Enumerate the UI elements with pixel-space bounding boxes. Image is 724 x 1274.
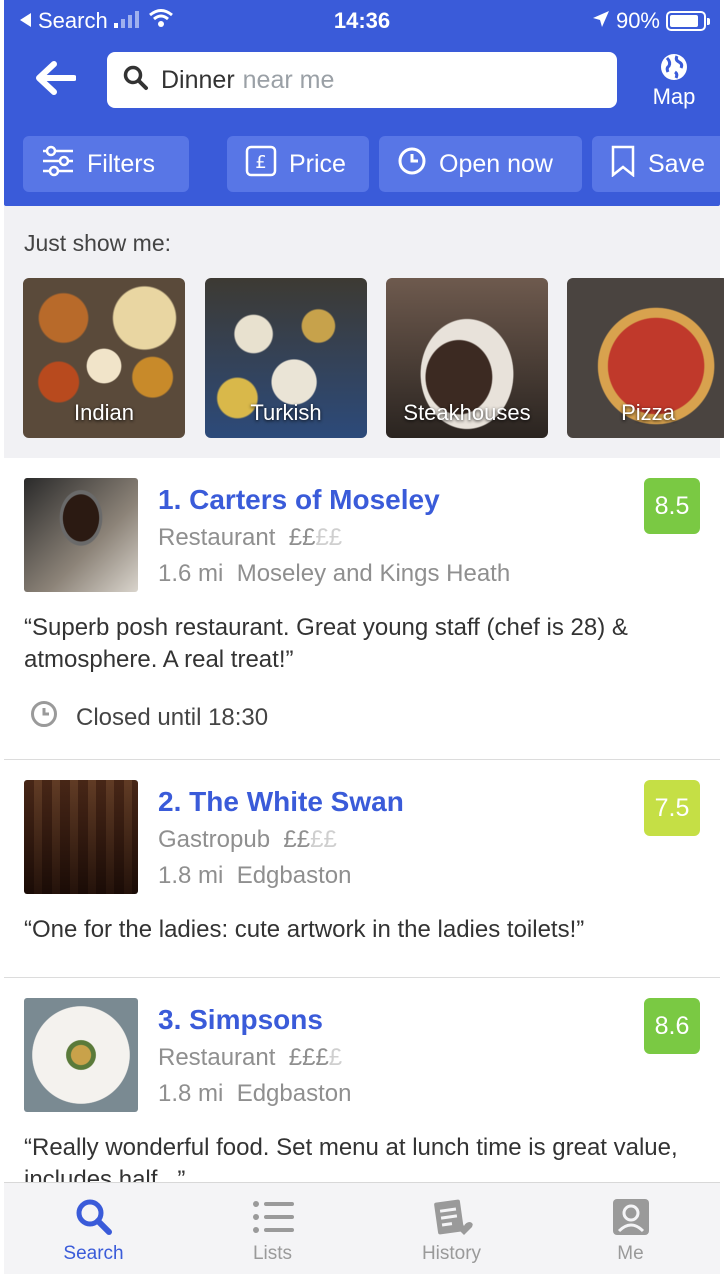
bookmark-icon xyxy=(610,145,648,184)
arrow-left-icon xyxy=(34,60,77,100)
result-card[interactable]: 3. Simpsons Restaurant ££££ 1.8 mi Edgba… xyxy=(4,978,720,1182)
result-type-price: Restaurant ££££ xyxy=(158,524,342,552)
clock-icon xyxy=(397,146,439,183)
globe-icon xyxy=(646,52,702,82)
back-button[interactable] xyxy=(30,60,80,100)
result-card[interactable]: 2. The White Swan Gastropub ££££ 1.8 mi … xyxy=(4,760,720,978)
map-label: Map xyxy=(652,84,696,109)
save-chip-label: Save xyxy=(648,149,705,178)
category-section: Just show me: Indian Turkish Steakhouses… xyxy=(4,206,724,458)
category-turkish-label: Turkish xyxy=(250,400,322,425)
svg-text:£: £ xyxy=(255,152,266,173)
filter-chips: Filters £ Price Open now Save xyxy=(4,136,720,192)
battery-percent: 90% xyxy=(615,8,660,33)
result-area: Edgbaston xyxy=(236,862,352,889)
tab-search-label: Search xyxy=(63,1243,124,1264)
result-distance: 1.8 mi xyxy=(158,862,224,889)
result-photo xyxy=(24,478,138,592)
score-badge: 7.5 xyxy=(644,780,700,836)
history-icon xyxy=(362,1197,541,1237)
search-icon xyxy=(123,65,149,96)
clock-icon xyxy=(30,700,76,735)
sliders-icon xyxy=(41,144,87,185)
result-photo xyxy=(24,780,138,894)
result-type-price: Gastropub ££££ xyxy=(158,826,337,854)
result-location: 1.8 mi Edgbaston xyxy=(158,862,351,890)
search-icon xyxy=(4,1197,183,1237)
result-quote: “Superb posh restaurant. Great young sta… xyxy=(24,614,628,673)
tab-search[interactable]: Search xyxy=(4,1183,183,1274)
result-type: Gastropub xyxy=(158,826,271,853)
price-chip-label: Price xyxy=(289,149,346,178)
result-quote: “Really wonderful food. Set menu at lunc… xyxy=(24,1134,678,1182)
header: Search 14:36 90% Dinner near me Map Filt… xyxy=(4,0,720,206)
save-chip[interactable]: Save xyxy=(592,136,720,192)
tab-lists[interactable]: Lists xyxy=(183,1183,362,1274)
result-location: 1.8 mi Edgbaston xyxy=(158,1080,351,1108)
category-steakhouses-label: Steakhouses xyxy=(403,400,531,425)
pound-icon: £ xyxy=(245,145,289,184)
result-title[interactable]: 1. Carters of Moseley xyxy=(158,484,440,516)
category-indian-label: Indian xyxy=(74,400,134,425)
result-distance: 1.6 mi xyxy=(158,560,224,587)
price-muted: ££ xyxy=(310,826,337,853)
category-pizza[interactable]: Pizza xyxy=(567,278,724,438)
filters-chip-label: Filters xyxy=(87,149,156,178)
result-title[interactable]: 2. The White Swan xyxy=(158,786,404,818)
profile-icon xyxy=(541,1197,720,1237)
result-photo xyxy=(24,998,138,1112)
price-muted: ££ xyxy=(315,524,343,551)
price-muted: £ xyxy=(328,1044,343,1071)
result-card[interactable]: 1. Carters of Moseley Restaurant ££££ 1.… xyxy=(4,458,720,760)
open-now-chip[interactable]: Open now xyxy=(379,136,582,192)
tab-me[interactable]: Me xyxy=(541,1183,720,1274)
tab-me-label: Me xyxy=(617,1243,644,1264)
map-button[interactable]: Map xyxy=(646,52,702,112)
price-active: ££ xyxy=(288,524,316,551)
score-badge: 8.5 xyxy=(644,478,700,534)
location-arrow-icon xyxy=(592,8,610,34)
tab-bar: Search Lists History Me xyxy=(4,1182,720,1274)
result-area: Moseley and Kings Heath xyxy=(236,560,511,587)
result-location: 1.6 mi Moseley and Kings Heath xyxy=(158,560,510,588)
price-active: £££ xyxy=(288,1044,329,1071)
tab-history-label: History xyxy=(421,1243,482,1264)
tab-lists-label: Lists xyxy=(252,1243,293,1264)
result-quote: “One for the ladies: cute artwork in the… xyxy=(24,916,585,943)
search-query-suffix: near me xyxy=(242,65,335,94)
result-area: Edgbaston xyxy=(236,1080,352,1107)
open-now-chip-label: Open now xyxy=(439,149,553,178)
result-type-price: Restaurant ££££ xyxy=(158,1044,342,1072)
category-steakhouses[interactable]: Steakhouses xyxy=(386,278,548,438)
price-chip[interactable]: £ Price xyxy=(227,136,369,192)
status-bar: Search 14:36 90% xyxy=(4,0,720,40)
search-input[interactable]: Dinner near me xyxy=(107,52,617,108)
battery-icon xyxy=(666,11,710,31)
category-indian[interactable]: Indian xyxy=(23,278,185,438)
result-distance: 1.8 mi xyxy=(158,1080,224,1107)
category-turkish[interactable]: Turkish xyxy=(205,278,367,438)
category-pizza-label: Pizza xyxy=(621,400,675,425)
opening-status-text: Closed until 18:30 xyxy=(76,703,269,731)
score-badge: 8.6 xyxy=(644,998,700,1054)
opening-status: Closed until 18:30 xyxy=(30,700,268,735)
result-type: Restaurant xyxy=(158,524,276,551)
filters-chip[interactable]: Filters xyxy=(23,136,189,192)
result-type: Restaurant xyxy=(158,1044,276,1071)
search-query: Dinner xyxy=(161,65,235,94)
result-title[interactable]: 3. Simpsons xyxy=(158,1004,323,1036)
list-icon xyxy=(183,1197,362,1237)
category-section-title: Just show me: xyxy=(24,230,171,256)
tab-history[interactable]: History xyxy=(362,1183,541,1274)
price-active: ££ xyxy=(283,826,311,853)
